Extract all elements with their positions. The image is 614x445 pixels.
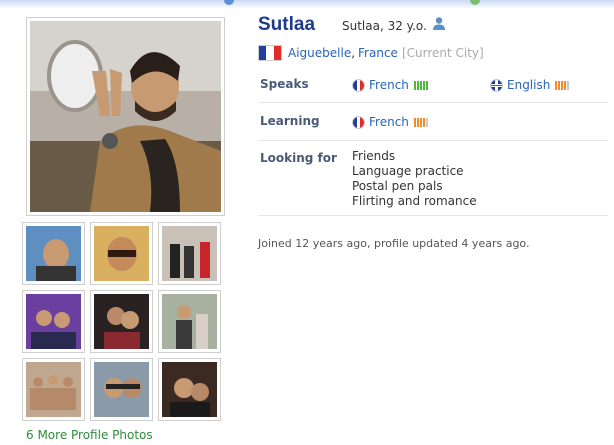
thumbnail-image [162, 362, 217, 417]
profile-subline: Sutlaa, 32 y.o. [342, 19, 427, 33]
photo-thumbnail[interactable] [22, 290, 85, 353]
more-profile-photos-link[interactable]: 6 More Profile Photos [26, 428, 153, 442]
looking-for-item: Postal pen pals [352, 179, 443, 193]
looking-for-item: Language practice [352, 164, 464, 178]
looking-for-row: Looking for Friends Language practice Po… [258, 141, 608, 216]
france-flag-icon [258, 45, 282, 61]
profile-name: Sutlaa [258, 14, 316, 35]
looking-for-list: Friends Language practice Postal pen pal… [352, 149, 477, 209]
thumbnail-image [26, 294, 81, 349]
thumbnail-image [162, 294, 217, 349]
thumbnail-image [94, 226, 149, 281]
thumbnail-image [162, 226, 217, 281]
learning-label: Learning [260, 114, 320, 128]
location-row: Aiguebelle , France [Current City] [258, 44, 484, 62]
thumbnail-image [94, 362, 149, 417]
speaks-language-french: French [352, 78, 428, 92]
photo-thumbnail[interactable] [90, 222, 153, 285]
profile-photo-image [30, 21, 221, 212]
photo-thumbnail[interactable] [158, 222, 221, 285]
city-link[interactable]: Aiguebelle [288, 46, 351, 60]
current-city-tag: [Current City] [401, 46, 484, 60]
fluency-bars-icon [555, 80, 570, 90]
nav-dot-icon [470, 0, 480, 5]
language-link[interactable]: English [507, 78, 550, 92]
photo-thumbnail[interactable] [158, 290, 221, 353]
language-link[interactable]: French [369, 78, 409, 92]
fluency-bars-icon [413, 80, 428, 90]
photo-thumbnail[interactable] [22, 222, 85, 285]
photo-thumbnail[interactable] [90, 358, 153, 421]
main-profile-photo[interactable] [26, 17, 225, 216]
top-nav-strip [0, 0, 614, 9]
photo-thumbnail[interactable] [158, 358, 221, 421]
looking-for-label: Looking for [260, 151, 337, 165]
photo-thumbnail[interactable] [22, 358, 85, 421]
nav-dot-icon [224, 0, 234, 5]
language-link[interactable]: French [369, 115, 409, 129]
joined-info: Joined 12 years ago, profile updated 4 y… [258, 237, 530, 250]
thumbnail-image [26, 362, 81, 417]
thumbnail-image [94, 294, 149, 349]
thumbnail-image [26, 226, 81, 281]
fluency-bars-icon [413, 117, 428, 127]
learning-row: Learning French [258, 103, 608, 141]
photo-thumbnail[interactable] [90, 290, 153, 353]
france-flag-icon [352, 115, 365, 129]
france-flag-icon [352, 78, 365, 92]
looking-for-item: Friends [352, 149, 396, 163]
country-link[interactable]: France [358, 46, 398, 60]
speaks-language-english: English [490, 78, 570, 92]
speaks-label: Speaks [260, 77, 309, 91]
speaks-row: Speaks French English [258, 70, 608, 103]
learning-language-french: French [352, 115, 428, 129]
user-icon [433, 17, 445, 30]
location-separator: , [351, 46, 356, 60]
uk-flag-icon [490, 78, 503, 92]
looking-for-item: Flirting and romance [352, 194, 477, 208]
